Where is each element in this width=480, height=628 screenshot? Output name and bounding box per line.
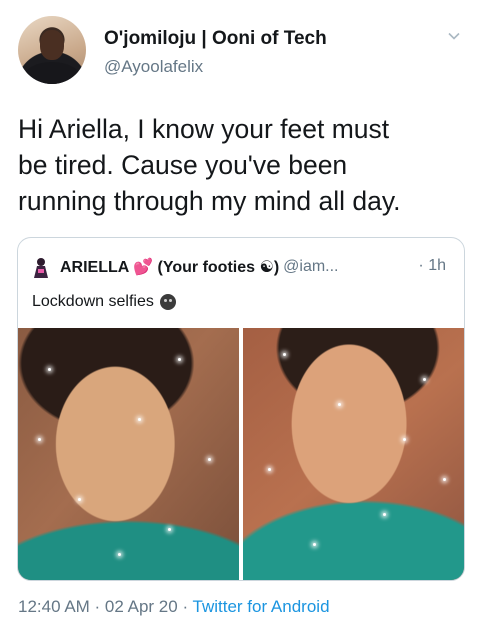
- quoted-media: [18, 328, 464, 580]
- chevron-down-icon[interactable]: [446, 28, 462, 44]
- author-display-name[interactable]: O'jomiloju | Ooni of Tech: [104, 28, 327, 50]
- selfie-photo-2[interactable]: [243, 328, 464, 580]
- author-avatar[interactable]: [18, 16, 86, 84]
- face-emoji-icon: [159, 294, 176, 310]
- avatar-face: [40, 30, 64, 60]
- avatar-shirt: [24, 62, 80, 84]
- tweet-timestamp[interactable]: 12:40 AM · 02 Apr 20 ·: [18, 597, 193, 616]
- quoted-text: Lockdown selfies: [32, 293, 154, 310]
- tweet-source-link[interactable]: Twitter for Android: [193, 597, 330, 616]
- quoted-text-row: Lockdown selfies: [32, 293, 176, 311]
- tweet-metadata: 12:40 AM · 02 Apr 20 · Twitter for Andro…: [18, 597, 330, 617]
- profile-avatar-icon: [32, 256, 50, 278]
- tweet-text: Hi Ariella, I know your feet must be tir…: [18, 114, 401, 216]
- quoted-tweet[interactable]: ARIELLA 💕 (Your footies ☯) @iam... · 1h …: [17, 237, 465, 581]
- quoted-display-name[interactable]: ARIELLA 💕 (Your footies ☯): [60, 257, 279, 277]
- tweet-card: O'jomiloju | Ooni of Tech @Ayoolafelix H…: [0, 0, 480, 628]
- selfie-photo-1[interactable]: [18, 328, 239, 580]
- author-handle[interactable]: @Ayoolafelix: [104, 57, 203, 77]
- quoted-handle[interactable]: @iam...: [283, 258, 338, 276]
- quoted-tweet-header: ARIELLA 💕 (Your footies ☯) @iam...: [60, 257, 339, 277]
- quoted-time: · 1h: [418, 257, 446, 274]
